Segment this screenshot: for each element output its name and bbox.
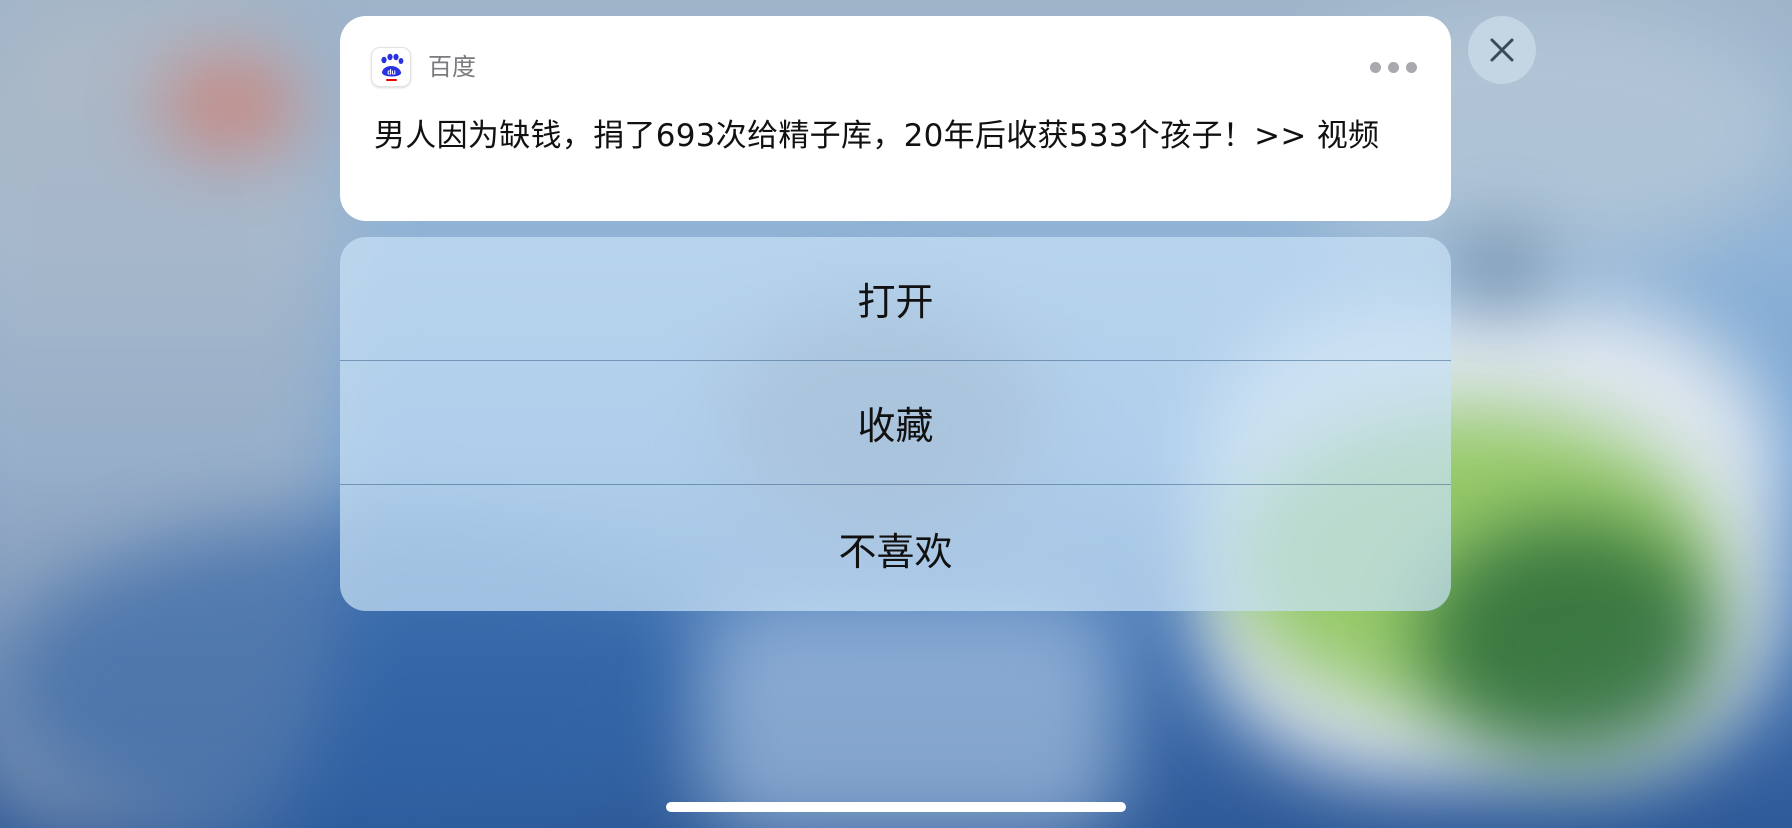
baidu-paw-icon: du <box>371 47 411 87</box>
close-icon <box>1490 38 1514 62</box>
svg-text:du: du <box>387 70 396 77</box>
screen: du 百度 男人因为缺钱，捐了693次给精子库，20年后收获533个孩子！>> … <box>0 0 1792 828</box>
notification-message: 男人因为缺钱，捐了693次给精子库，20年后收获533个孩子！>> 视频 <box>374 118 1380 154</box>
background-blur <box>160 60 300 150</box>
home-indicator[interactable] <box>666 802 1126 812</box>
open-button[interactable]: 打开 <box>340 237 1451 361</box>
action-menu: 打开 收藏 不喜欢 <box>340 237 1451 611</box>
app-name: 百度 <box>428 53 476 81</box>
background-blur <box>1420 520 1720 760</box>
favorite-button[interactable]: 收藏 <box>340 361 1451 485</box>
close-button[interactable] <box>1468 16 1536 84</box>
more-dots-icon[interactable] <box>1370 62 1417 73</box>
notification-card[interactable]: du 百度 男人因为缺钱，捐了693次给精子库，20年后收获533个孩子！>> … <box>340 16 1451 221</box>
dislike-button[interactable]: 不喜欢 <box>340 485 1451 611</box>
background-blur <box>700 600 1120 828</box>
background-blur <box>1460 230 1540 310</box>
